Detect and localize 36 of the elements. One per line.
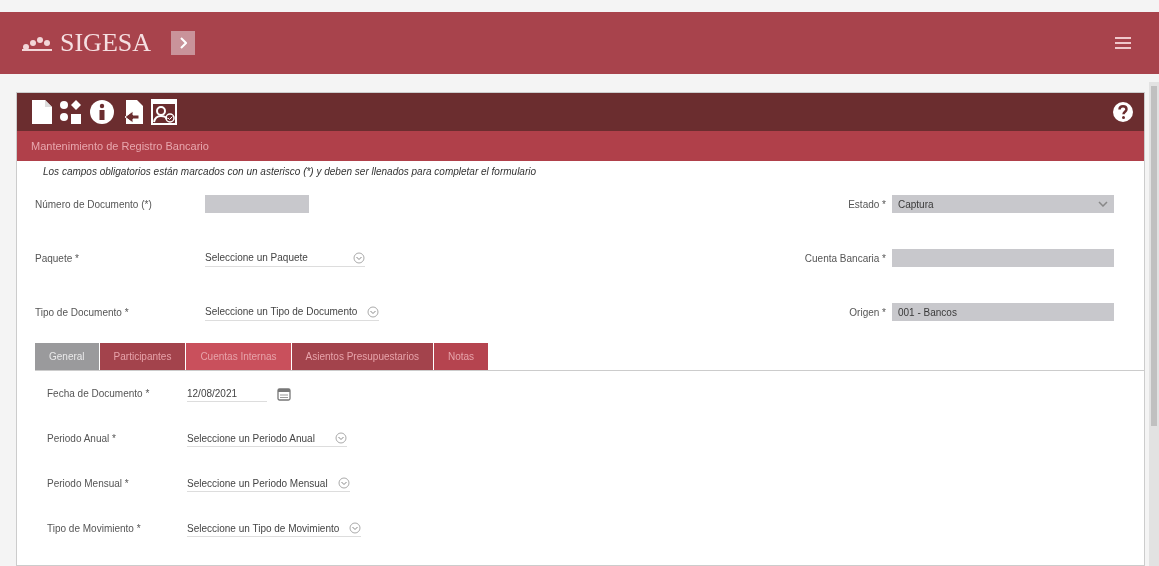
chevron-down-icon bbox=[349, 522, 362, 534]
field-label: Cuenta Bancaria * bbox=[804, 252, 886, 264]
readonly-field[interactable] bbox=[205, 195, 309, 213]
app-title: SIGESA bbox=[60, 28, 151, 58]
new-document-icon[interactable] bbox=[31, 99, 53, 125]
field-label: Periodo Anual * bbox=[47, 433, 117, 444]
required-fields-notice: Los campos obligatorios están marcados con un asterisco (*) y deben ser llenados para completar el formulario bbox=[43, 166, 538, 177]
form-title: Mantenimiento de Registro Bancario bbox=[31, 140, 209, 152]
field-label: Tipo de Documento * bbox=[35, 306, 130, 318]
field-label: Periodo Mensual * bbox=[47, 478, 130, 489]
menu-icon[interactable] bbox=[1115, 37, 1131, 49]
select-field[interactable]: Seleccione un Periodo Mensual bbox=[187, 475, 350, 492]
readonly-field[interactable]: 001 - Bancos bbox=[892, 303, 1114, 321]
chevron-right-icon bbox=[179, 37, 187, 49]
readonly-field[interactable] bbox=[892, 249, 1114, 267]
readonly-field[interactable]: Captura bbox=[892, 195, 1114, 213]
date-field[interactable]: 12/08/2021 bbox=[187, 385, 267, 402]
field-label: Paquete * bbox=[35, 252, 80, 264]
select-field[interactable]: Seleccione un Paquete bbox=[205, 249, 365, 267]
chevron-down-icon bbox=[337, 477, 350, 489]
chevron-down-icon bbox=[353, 251, 365, 264]
select-field[interactable]: Seleccione un Periodo Anual bbox=[187, 430, 347, 447]
field-label: Número de Documento (*) bbox=[35, 198, 153, 210]
calendar-icon[interactable] bbox=[277, 386, 291, 401]
chevron-down-icon bbox=[335, 432, 347, 444]
field-label: Origen * bbox=[849, 306, 886, 318]
select-field[interactable]: Seleccione un Tipo de Documento bbox=[205, 303, 380, 321]
user-check-icon[interactable] bbox=[151, 99, 177, 125]
field-label: Estado * bbox=[848, 198, 886, 210]
chevron-down-icon bbox=[1098, 201, 1108, 207]
info-icon[interactable] bbox=[89, 99, 115, 125]
chevron-down-icon bbox=[367, 305, 380, 318]
field-label: Fecha de Documento * bbox=[47, 388, 151, 399]
select-field[interactable]: Seleccione un Tipo de Movimiento bbox=[187, 520, 362, 537]
help-icon[interactable] bbox=[1112, 101, 1134, 123]
field-label: Tipo de Movimiento * bbox=[47, 523, 142, 534]
